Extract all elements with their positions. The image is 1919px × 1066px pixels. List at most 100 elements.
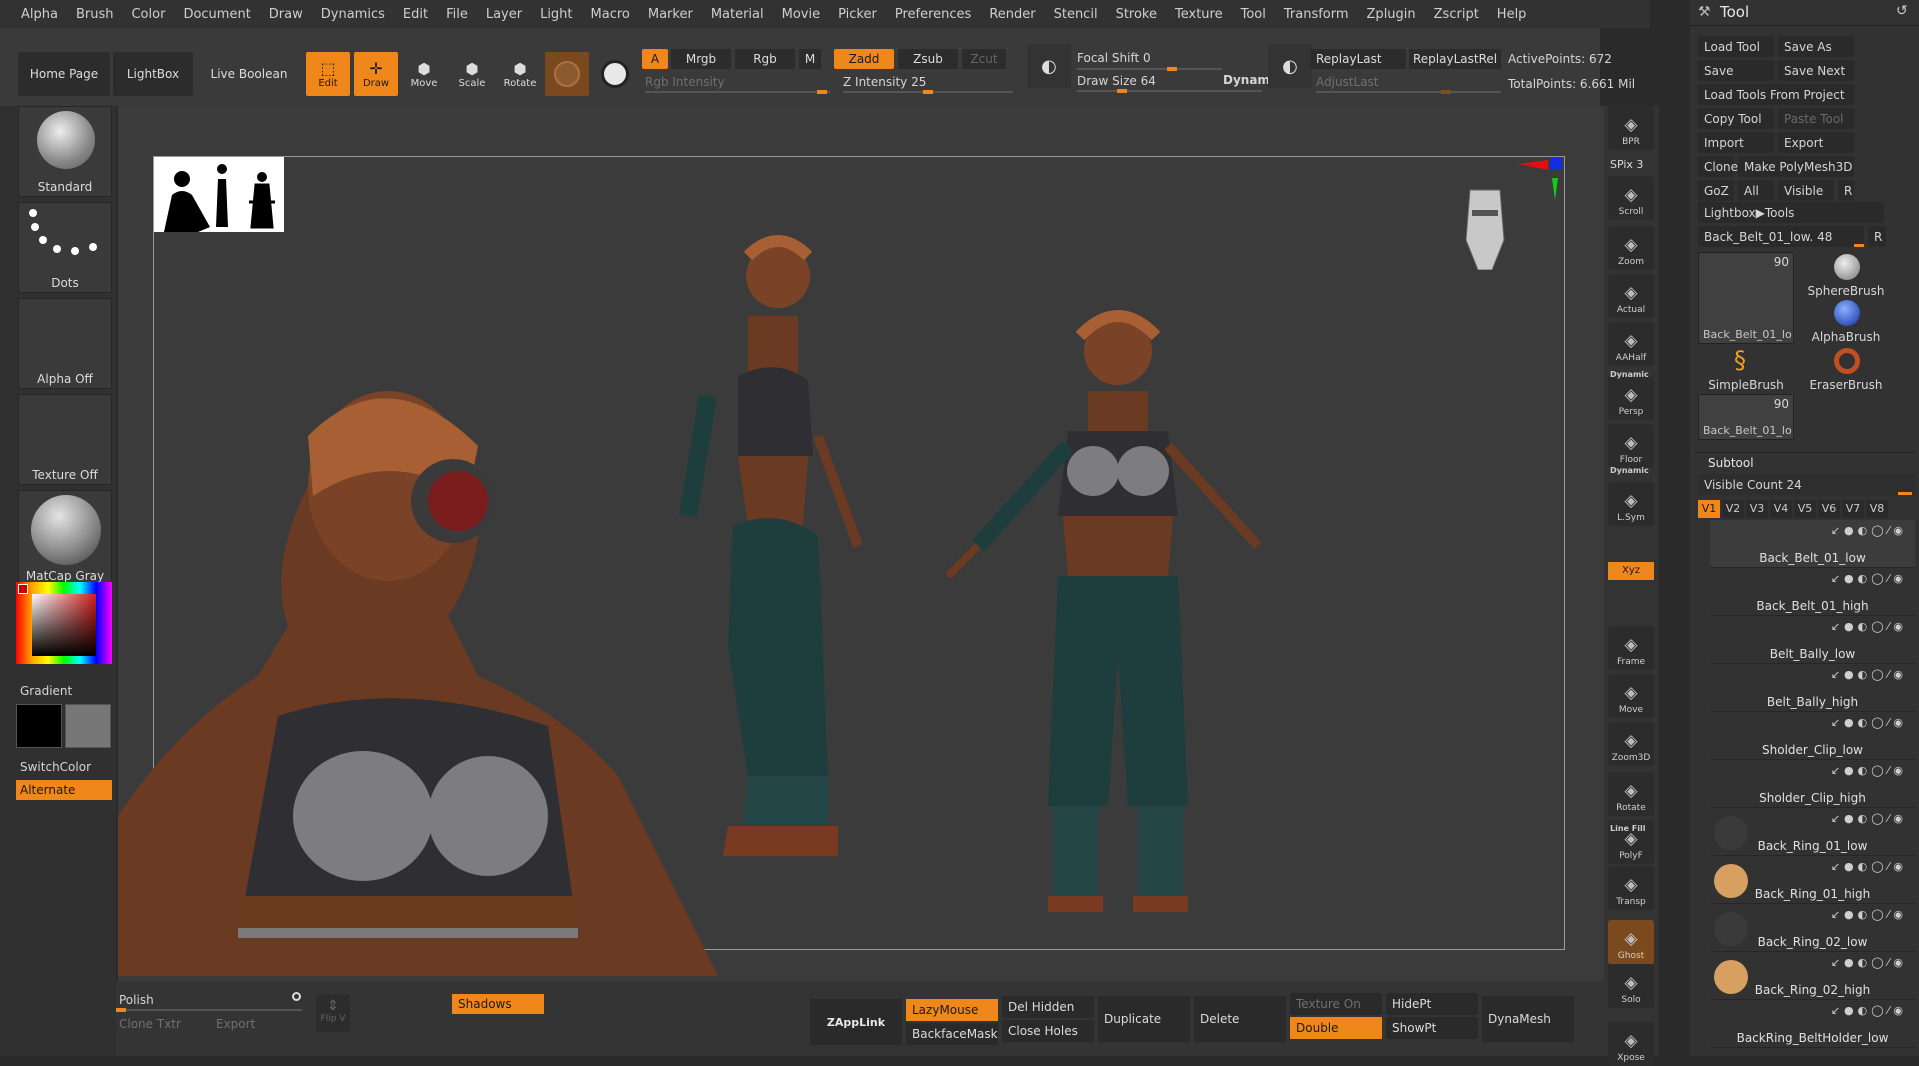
menu-transform[interactable]: Transform xyxy=(1275,7,1358,22)
menu-texture[interactable]: Texture xyxy=(1166,7,1232,22)
brush-thumbnail[interactable]: Standard xyxy=(18,106,112,197)
simple-brush-tool[interactable]: § SimpleBrush xyxy=(1698,346,1794,392)
menu-brush[interactable]: Brush xyxy=(67,7,123,22)
shelf-transp[interactable]: ◈ Transp xyxy=(1608,866,1654,910)
rgb-intensity-slider[interactable]: Rgb Intensity xyxy=(645,75,725,89)
secondary-color-swatch[interactable] xyxy=(65,704,111,748)
lightbox-button[interactable]: LightBox xyxy=(113,52,193,96)
subtool-item[interactable]: ↙●◐◯⁄◉ Back_Belt_01_high xyxy=(1710,568,1915,616)
tool-r-button[interactable]: R xyxy=(1838,180,1854,201)
menu-color[interactable]: Color xyxy=(122,7,174,22)
tool-thumb-back-belt-2[interactable]: 90 Back_Belt_01_low xyxy=(1698,394,1794,440)
subtool-visibility-icon[interactable]: ↙●◐◯⁄◉ xyxy=(1831,716,1907,729)
lightbox-tools-button[interactable]: Lightbox▶Tools xyxy=(1698,202,1884,223)
menu-tool[interactable]: Tool xyxy=(1232,7,1275,22)
tool-load-tool-button[interactable]: Load Tool xyxy=(1698,36,1774,57)
subtool-item[interactable]: ↙●◐◯⁄◉ BackRing_BeltHolder_low xyxy=(1710,1000,1915,1048)
shelf-solo[interactable]: ◈ Solo xyxy=(1608,964,1654,1008)
dynamesh-button[interactable]: DynaMesh xyxy=(1482,996,1574,1042)
subtool-item[interactable]: ↙●◐◯⁄◉ Sholder_Clip_high xyxy=(1710,760,1915,808)
a-button[interactable]: A xyxy=(642,49,668,69)
menu-document[interactable]: Document xyxy=(174,7,259,22)
menu-material[interactable]: Material xyxy=(702,7,773,22)
shelf-rotate[interactable]: ◈ Rotate xyxy=(1608,772,1654,816)
adjust-last-track[interactable] xyxy=(1316,90,1501,94)
shelf-scroll[interactable]: ◈ Scroll xyxy=(1608,176,1654,220)
live-boolean-button[interactable]: Live Boolean xyxy=(205,52,293,96)
rgb-intensity-track[interactable] xyxy=(645,90,830,94)
menu-dynamics[interactable]: Dynamics xyxy=(312,7,394,22)
clone-txtr-button[interactable]: Clone Txtr xyxy=(119,1017,181,1031)
adjust-last-slider[interactable]: AdjustLast xyxy=(1316,75,1379,89)
version-tab-v2[interactable]: V2 xyxy=(1722,500,1744,518)
replay-last-rel-button[interactable]: ReplayLastRel xyxy=(1409,49,1501,69)
tool-save-as-button[interactable]: Save As xyxy=(1778,36,1854,57)
stroke-swatch-button[interactable] xyxy=(595,52,635,96)
del-hidden-button[interactable]: Del Hidden xyxy=(1002,996,1094,1018)
tool-thumb-back-belt[interactable]: 90 Back_Belt_01_low xyxy=(1698,252,1794,344)
tool-copy-tool-button[interactable]: Copy Tool xyxy=(1698,108,1774,129)
menu-edit[interactable]: Edit xyxy=(394,7,437,22)
subtool-visibility-icon[interactable]: ↙●◐◯⁄◉ xyxy=(1831,812,1907,825)
tool-paste-tool-button[interactable]: Paste Tool xyxy=(1778,108,1854,129)
duplicate-button[interactable]: Duplicate xyxy=(1098,996,1190,1042)
move-button[interactable]: ⬢ Move xyxy=(402,52,446,96)
shelf-frame[interactable]: ◈ Frame xyxy=(1608,626,1654,670)
shelf-persp[interactable]: ◈ Persp xyxy=(1608,376,1654,420)
main-color-swatch[interactable] xyxy=(16,704,62,748)
material-thumbnail[interactable]: MatCap Gray xyxy=(18,490,112,586)
dynamic-lock-button[interactable]: ◐ xyxy=(1268,44,1312,88)
edit-button[interactable]: ⬚ Edit xyxy=(306,52,350,96)
replay-last-button[interactable]: ReplayLast xyxy=(1310,49,1406,69)
alpha-thumbnail[interactable]: Alpha Off xyxy=(18,298,112,389)
color-square[interactable] xyxy=(32,594,96,656)
subtool-visibility-icon[interactable]: ↙●◐◯⁄◉ xyxy=(1831,524,1907,537)
subtool-item[interactable]: ↙●◐◯⁄◉ Back_Ring_01_high xyxy=(1710,856,1915,904)
sphere-brush-tool[interactable]: SphereBrush xyxy=(1798,252,1894,298)
tool-export-button[interactable]: Export xyxy=(1778,132,1854,153)
version-tab-v8[interactable]: V8 xyxy=(1866,500,1888,518)
z-intensity-track[interactable] xyxy=(843,90,1013,94)
menu-preferences[interactable]: Preferences xyxy=(886,7,980,22)
subtool-item[interactable]: ↙●◐◯⁄◉ Belt_Bally_low xyxy=(1710,616,1915,664)
shelf-spix-3[interactable]: SPix 3 xyxy=(1610,158,1643,171)
subtool-visibility-icon[interactable]: ↙●◐◯⁄◉ xyxy=(1831,860,1907,873)
subtool-visibility-icon[interactable]: ↙●◐◯⁄◉ xyxy=(1831,668,1907,681)
delete-button[interactable]: Delete xyxy=(1194,996,1286,1042)
shelf-move[interactable]: ◈ Move xyxy=(1608,674,1654,718)
zcut-button[interactable]: Zcut xyxy=(962,49,1006,69)
mrgb-button[interactable]: Mrgb xyxy=(671,49,731,69)
polish-track[interactable] xyxy=(116,1008,302,1012)
visible-count-slider[interactable]: Visible Count 24 xyxy=(1698,474,1916,495)
shelf-bpr[interactable]: ◈ BPR xyxy=(1608,106,1654,150)
canvas-viewport[interactable] xyxy=(118,106,1604,981)
menu-zplugin[interactable]: Zplugin xyxy=(1358,7,1425,22)
subtool-visibility-icon[interactable]: ↙●◐◯⁄◉ xyxy=(1831,956,1907,969)
menu-draw[interactable]: Draw xyxy=(260,7,312,22)
draw-size-track[interactable] xyxy=(1077,89,1262,93)
menu-file[interactable]: File xyxy=(437,7,477,22)
version-tab-v1[interactable]: V1 xyxy=(1698,500,1720,518)
tool-save-button[interactable]: Save xyxy=(1698,60,1774,81)
focal-shift-track[interactable] xyxy=(1077,67,1222,71)
shelf-l-sym[interactable]: ◈ L.Sym xyxy=(1608,482,1654,526)
shelf-actual[interactable]: ◈ Actual xyxy=(1608,274,1654,318)
subtool-header[interactable]: Subtool xyxy=(1708,456,1754,470)
current-tool-slider[interactable]: Back_Belt_01_low. 48 xyxy=(1698,226,1864,247)
focal-shift-slider[interactable]: Focal Shift 0 xyxy=(1077,51,1151,65)
scale-button[interactable]: ⬢ Scale xyxy=(450,52,494,96)
flip-v-button[interactable]: ⇕ Flip V xyxy=(316,994,350,1032)
draw-size-slider[interactable]: Draw Size 64 xyxy=(1077,74,1156,88)
hidept-button[interactable]: HidePt xyxy=(1386,993,1478,1015)
polish-slider[interactable]: Polish xyxy=(119,993,154,1007)
zapplink-button[interactable]: ZAppLink xyxy=(810,999,902,1045)
z-intensity-slider[interactable]: Z Intensity 25 xyxy=(843,75,926,89)
subtool-visibility-icon[interactable]: ↙●◐◯⁄◉ xyxy=(1831,908,1907,921)
eraser-brush-tool[interactable]: EraserBrush xyxy=(1798,346,1894,392)
shelf-zoom3d[interactable]: ◈ Zoom3D xyxy=(1608,722,1654,766)
shelf-aahalf[interactable]: ◈ AAHalf xyxy=(1608,322,1654,366)
showpt-button[interactable]: ShowPt xyxy=(1386,1017,1478,1039)
tool-clone-button[interactable]: Clone xyxy=(1698,156,1738,177)
subtool-visibility-icon[interactable]: ↙●◐◯⁄◉ xyxy=(1831,572,1907,585)
alternate-button[interactable]: Alternate xyxy=(16,780,112,800)
